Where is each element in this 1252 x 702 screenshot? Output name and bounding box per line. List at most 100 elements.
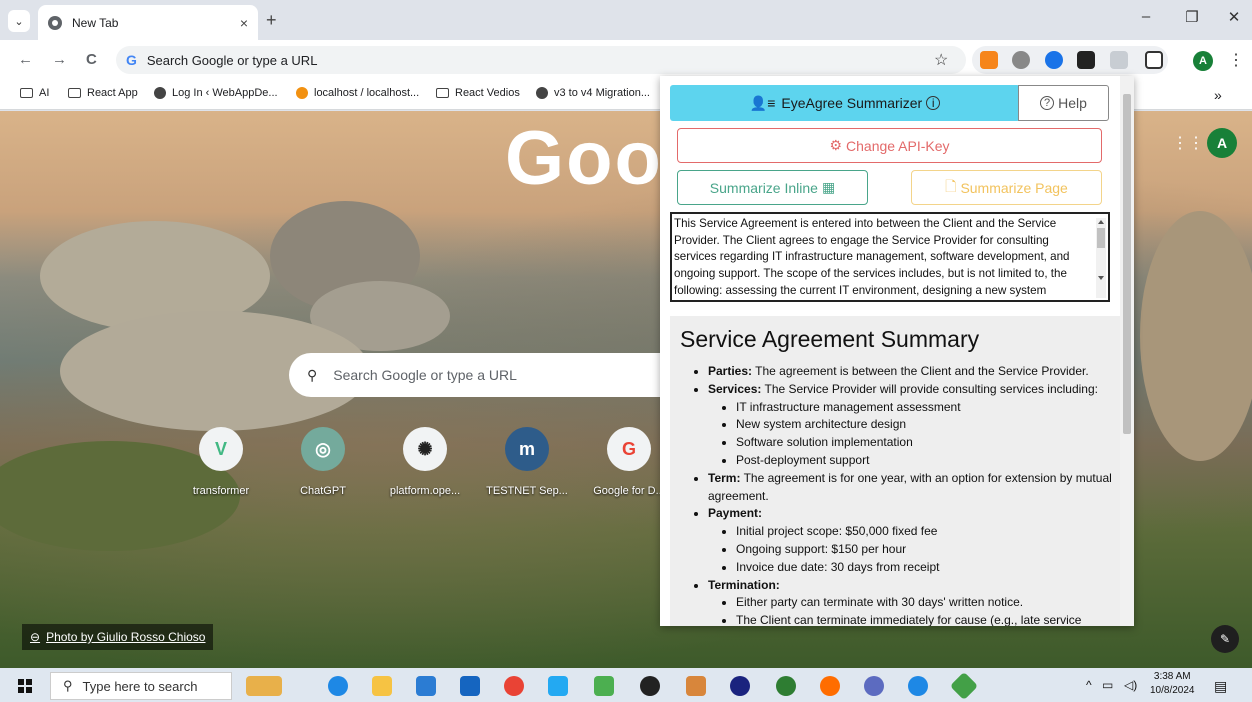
extensions-puzzle-icon[interactable] (1145, 51, 1163, 69)
postman-icon[interactable] (820, 676, 840, 696)
hs-icon[interactable] (776, 676, 796, 696)
help-button[interactable]: ? Help (1018, 85, 1109, 121)
back-button[interactable]: ← (18, 51, 33, 68)
link-icon: ⊖ (30, 630, 41, 644)
list-item: Parties: The agreement is between the Cl… (708, 363, 1112, 381)
vscode-icon[interactable] (548, 676, 568, 696)
gear-icon: ⚙ (829, 137, 843, 153)
omnibox[interactable]: G Search Google or type a URL (116, 46, 966, 74)
menu-kebab-icon[interactable]: ⋮ (1228, 50, 1244, 70)
list-item: Post-deployment support (736, 452, 1112, 470)
windows-start-icon[interactable] (18, 679, 32, 693)
bookmark-react-app[interactable]: React App (68, 87, 138, 99)
info-icon: i (926, 96, 941, 110)
search-icon: ⚲ (307, 366, 318, 383)
shortcut-platform-openai[interactable]: ✺ platform.ope... (380, 427, 470, 497)
taskbar-search-box[interactable]: ⚲ Type here to search (50, 672, 232, 700)
chatgpt-icon: ◎ (301, 427, 345, 471)
tab-title: New Tab (72, 15, 119, 30)
editor-icon[interactable] (594, 676, 614, 696)
inline-summary-icon: ▦ (821, 179, 836, 195)
metamask-extension-icon[interactable] (980, 51, 998, 69)
summarize-inline-button[interactable]: Summarize Inline ▦ (677, 170, 868, 205)
eyeagree-extension-icon[interactable] (1110, 51, 1128, 69)
tab-new-tab[interactable]: New Tab × (38, 5, 258, 40)
phpmyadmin-icon (296, 87, 308, 99)
list-item: Software solution implementation (736, 434, 1112, 452)
customize-pencil-icon[interactable]: ✎ (1211, 625, 1239, 653)
agreement-textarea[interactable]: This Service Agreement is entered into b… (670, 212, 1110, 302)
google-g-icon: G (607, 427, 651, 471)
app-icon[interactable] (730, 676, 750, 696)
bookmark-v3-v4[interactable]: v3 to v4 Migration... (536, 87, 650, 99)
eyeagree-popup: 👤≡ EyeAgree Summarizer i ? Help ⚙ Change… (660, 76, 1134, 626)
list-item: New system architecture design (736, 416, 1112, 434)
taskbar-clock[interactable]: 3:38 AM 10/8/2024 (1150, 670, 1195, 698)
tab-close-icon[interactable]: × (240, 15, 248, 31)
shortcut-transformer[interactable]: V transformer (176, 427, 266, 497)
vue-icon: V (199, 427, 243, 471)
ntp-profile-avatar[interactable]: A (1207, 128, 1237, 158)
bookmark-login[interactable]: Log In ‹ WebAppDe... (154, 87, 278, 99)
close-window-button[interactable]: ✕ (1222, 8, 1246, 26)
camera-extension-icon[interactable] (1012, 51, 1030, 69)
bookmark-ai[interactable]: AI (20, 87, 49, 99)
popup-scrollbar[interactable] (1120, 76, 1134, 626)
volume-icon[interactable]: ◁) (1124, 678, 1137, 692)
document-icon: 🗋 (945, 177, 957, 194)
task-view-icon[interactable] (246, 676, 282, 696)
reload-button[interactable]: C (86, 51, 97, 68)
folder-icon (20, 88, 33, 98)
list-item: Term: The agreement is for one year, wit… (708, 470, 1112, 506)
globe-icon (154, 87, 166, 99)
eyeagree-title-button[interactable]: 👤≡ EyeAgree Summarizer i (670, 85, 1020, 121)
list-item: Initial project scope: $50,000 fixed fee (736, 523, 1112, 541)
list-item: Ongoing support: $150 per hour (736, 541, 1112, 559)
summary-list: Parties: The agreement is between the Cl… (680, 363, 1112, 626)
minimize-button[interactable]: – (1134, 8, 1158, 25)
github-icon (536, 87, 548, 99)
google-logo: Goo (505, 116, 663, 201)
bookmark-react-vedios[interactable]: React Vedios (436, 87, 520, 99)
list-item: IT infrastructure management assessment (736, 399, 1112, 417)
extensions-bar (972, 46, 1168, 74)
bookmark-localhost[interactable]: localhost / localhost... (296, 87, 419, 99)
bookmark-star-icon[interactable]: ☆ (934, 50, 948, 70)
rock (1140, 211, 1252, 461)
list-item: The Client can terminate immediately for… (736, 612, 1112, 626)
network-icon[interactable]: ▭ (1102, 678, 1113, 692)
textarea-scrollbar[interactable] (1096, 218, 1106, 298)
mail-icon[interactable] (460, 676, 480, 696)
shortcut-testnet[interactable]: m TESTNET Sep... (482, 427, 572, 497)
blue-extension-icon[interactable] (1045, 51, 1063, 69)
summary-heading: Service Agreement Summary (680, 326, 980, 352)
bug-icon[interactable] (640, 676, 660, 696)
popup-scroll-thumb[interactable] (1123, 94, 1131, 434)
store-icon[interactable] (416, 676, 436, 696)
change-api-key-button[interactable]: ⚙ Change API-Key (677, 128, 1102, 163)
notifications-icon[interactable]: ▤ (1214, 678, 1227, 695)
shortcut-chatgpt[interactable]: ◎ ChatGPT (278, 427, 368, 497)
app2-icon[interactable] (908, 676, 928, 696)
restore-button[interactable]: ❐ (1180, 8, 1204, 26)
profile-avatar[interactable]: A (1193, 51, 1213, 71)
tray-up-icon[interactable]: ^ (1086, 678, 1092, 692)
r-icon[interactable] (864, 676, 884, 696)
box-icon[interactable] (686, 676, 706, 696)
new-tab-button[interactable]: + (266, 10, 277, 31)
search-icon: ⚲ (63, 678, 73, 693)
black-extension-icon[interactable] (1077, 51, 1095, 69)
forward-button[interactable]: → (52, 51, 67, 68)
chrome-taskbar-icon[interactable] (504, 676, 524, 696)
edge-icon[interactable] (328, 676, 348, 696)
bookmarks-overflow-icon[interactable]: » (1214, 87, 1222, 103)
list-item: Services: The Service Provider will prov… (708, 381, 1112, 470)
photo-credit-link[interactable]: ⊖ Photo by Giulio Rosso Chioso (22, 624, 214, 650)
chrome-favicon-icon (48, 15, 62, 30)
ntp-search-box[interactable]: ⚲ Search Google or type a URL (289, 353, 689, 397)
summarize-page-button[interactable]: 🗋 Summarize Page (911, 170, 1102, 205)
google-g-icon: G (126, 52, 137, 68)
tab-search-chevron-icon[interactable]: ⌄ (8, 10, 30, 32)
folder-icon (436, 88, 449, 98)
file-explorer-icon[interactable] (372, 676, 392, 696)
